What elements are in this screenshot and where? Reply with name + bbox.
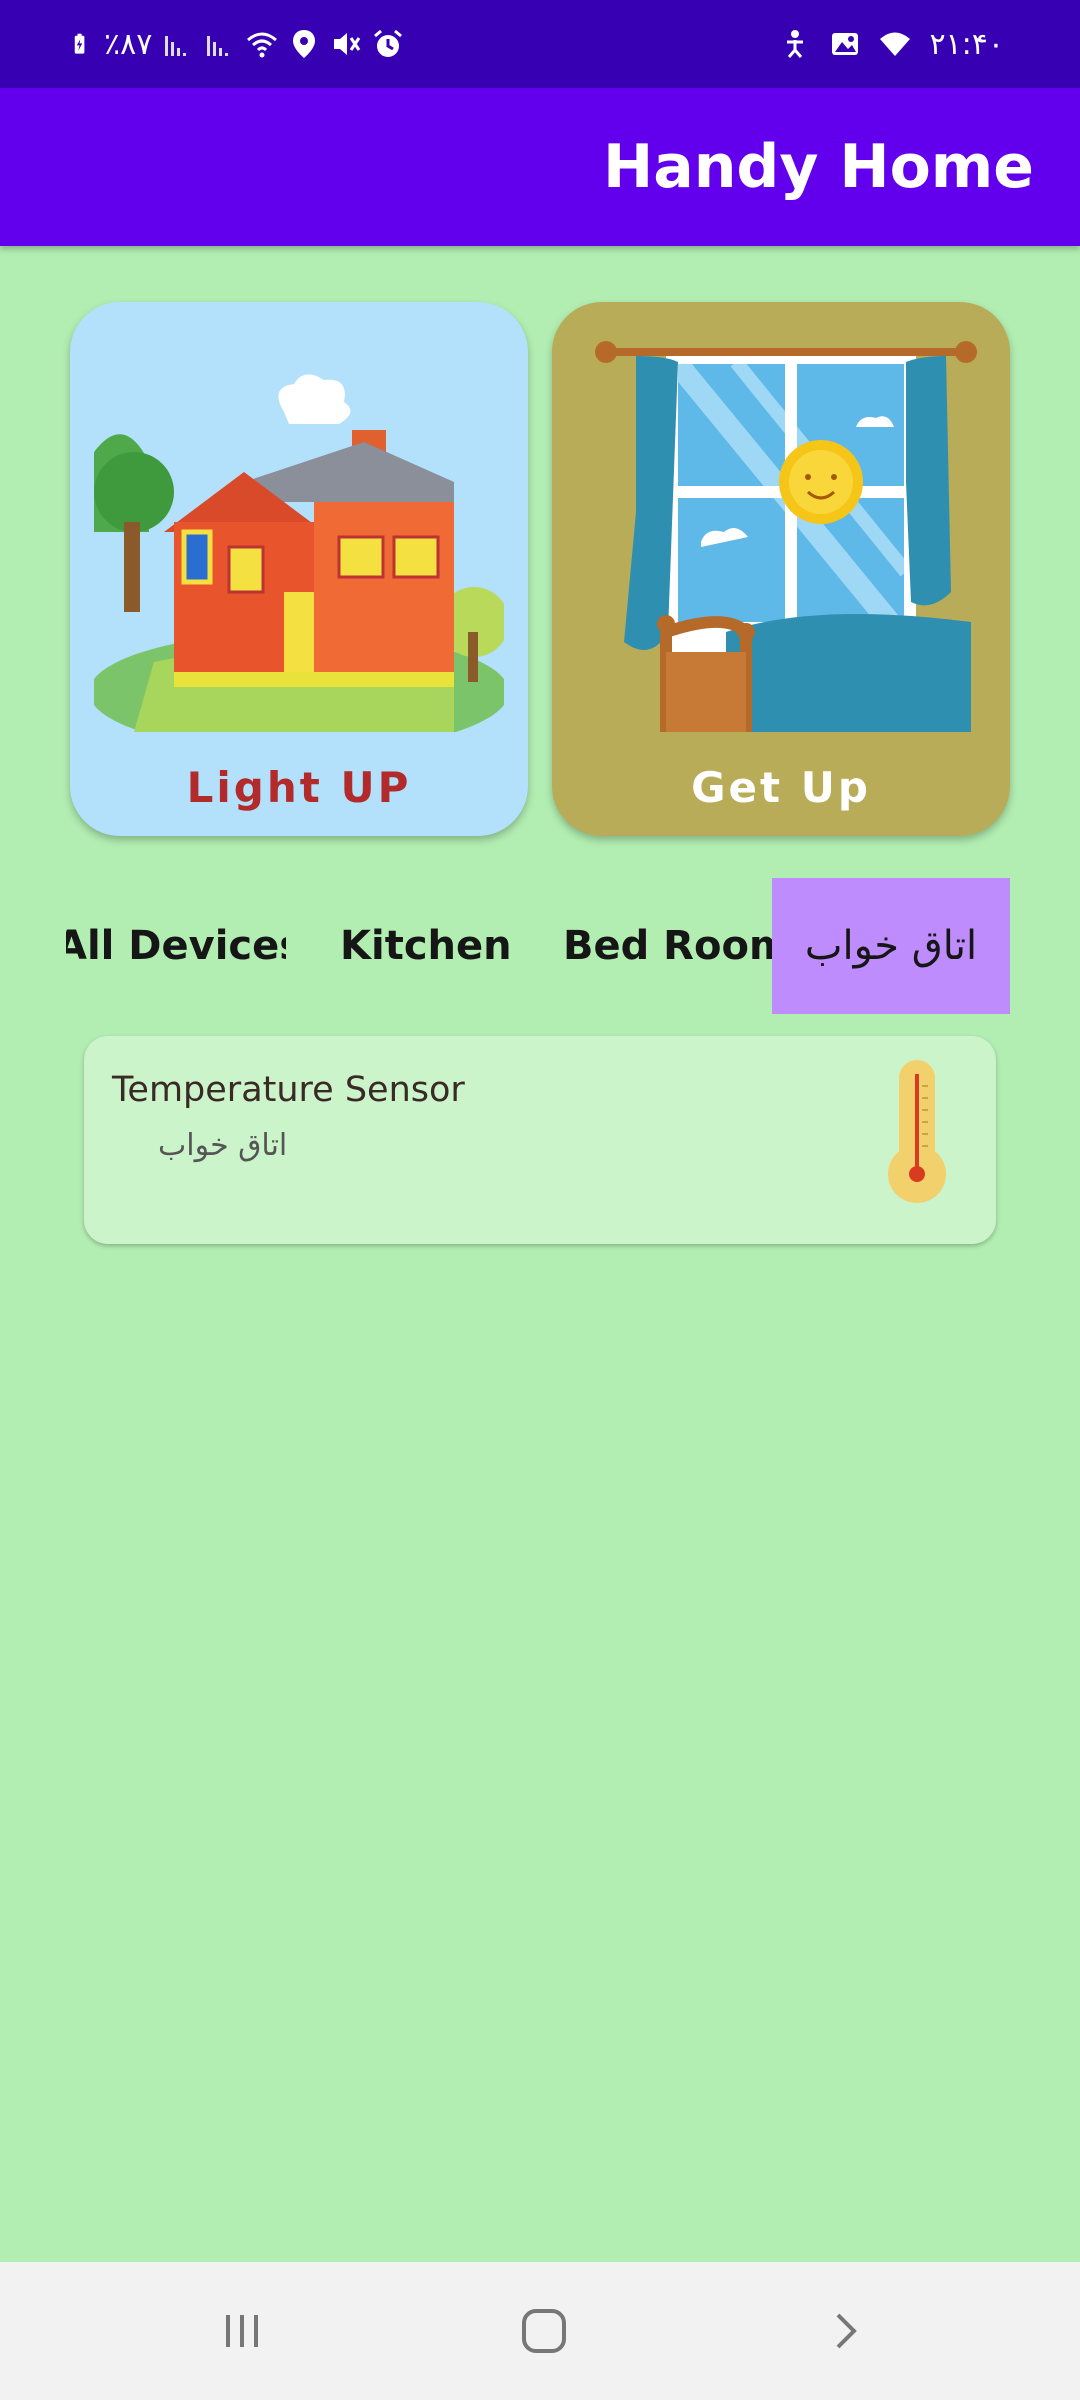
gallery-icon xyxy=(832,33,859,55)
get-up-label: Get Up xyxy=(691,763,871,812)
house-illustration xyxy=(94,374,504,732)
battery-percent: ٪۸۷ xyxy=(104,26,153,62)
mute-icon xyxy=(334,33,361,55)
navigation-bar xyxy=(0,2262,1080,2400)
signal-icon-2 xyxy=(207,36,229,56)
wifi-icon xyxy=(247,32,278,58)
tab-kitchen[interactable]: Kitchen xyxy=(340,878,512,1014)
recent-apps-button[interactable] xyxy=(182,2262,302,2400)
device-room: اتاق خواب xyxy=(158,1128,288,1163)
home-icon xyxy=(522,2309,566,2353)
tab-bed-room[interactable]: Bed Room xyxy=(563,878,791,1014)
device-name: Temperature Sensor xyxy=(112,1070,465,1110)
tab-all-devices-label: All Devices xyxy=(66,923,286,969)
back-icon xyxy=(836,2313,857,2349)
recent-apps-icon xyxy=(226,2315,258,2347)
app-title: Handy Home xyxy=(602,132,1034,202)
accessibility-icon xyxy=(787,30,804,58)
alarm-icon xyxy=(374,29,403,57)
wifi-full-icon xyxy=(880,32,911,56)
location-icon xyxy=(293,30,316,58)
status-right: ۲۱:۴۰ xyxy=(779,0,1004,88)
window-bed-illustration xyxy=(595,341,977,732)
tab-all-devices[interactable]: All Devices xyxy=(66,878,286,1014)
status-bar: ٪۸۷ ۲۱:۴۰ xyxy=(0,0,1080,88)
light-up-label: Light UP xyxy=(186,763,412,812)
status-left: ٪۸۷ xyxy=(72,0,404,88)
light-up-card[interactable]: Light UP xyxy=(70,302,528,836)
clock: ۲۱:۴۰ xyxy=(929,26,1004,62)
tab-bedroom-fa[interactable]: اتاق خواب xyxy=(772,878,1010,1014)
app-bar: Handy Home xyxy=(0,88,1080,246)
signal-icon xyxy=(165,36,187,56)
battery-charging-icon xyxy=(74,33,85,54)
thermometer-icon xyxy=(888,1060,946,1203)
device-card[interactable]: Temperature Sensor اتاق خواب xyxy=(84,1036,996,1244)
room-tabs: All Devices Kitchen Bed Room اتاق خواب xyxy=(0,878,1080,1014)
get-up-card[interactable]: Get Up xyxy=(552,302,1010,836)
back-button[interactable] xyxy=(786,2262,906,2400)
home-button[interactable] xyxy=(484,2262,604,2400)
